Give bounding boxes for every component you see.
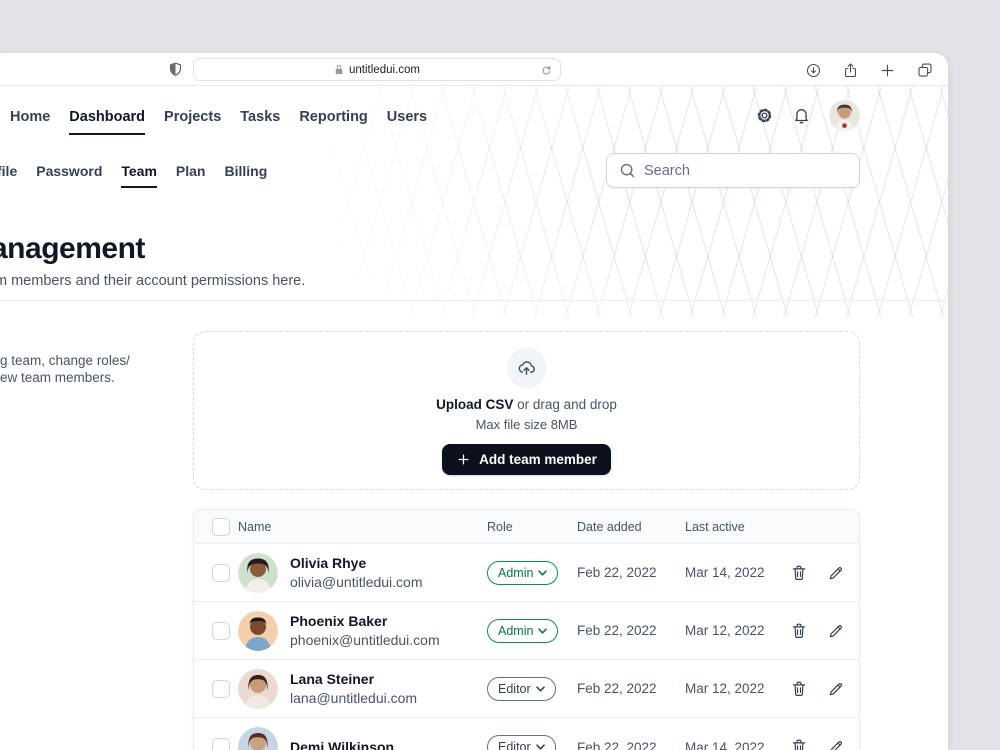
member-avatar	[238, 669, 278, 709]
upload-cloud-icon	[507, 348, 547, 388]
member-avatar	[238, 553, 278, 593]
member-email: olivia@untitledui.com	[290, 573, 423, 592]
chevron-down-icon	[536, 686, 545, 692]
share-icon[interactable]	[842, 62, 859, 79]
browser-window: untitledui.com	[0, 53, 948, 750]
table-header-row: Name Role Date added Last active	[194, 510, 859, 544]
delete-button[interactable]	[790, 738, 808, 750]
search-icon	[619, 162, 636, 179]
chevron-down-icon	[538, 628, 547, 634]
role-dropdown[interactable]: Editor	[487, 735, 556, 750]
column-header-role: Role	[487, 520, 577, 534]
tab-plan[interactable]: Plan	[176, 163, 206, 188]
url-bar[interactable]: untitledui.com	[193, 58, 561, 81]
team-table: Name Role Date added Last active	[193, 509, 860, 750]
new-tab-icon[interactable]	[879, 62, 896, 79]
nav-item-home[interactable]: Home	[10, 109, 50, 135]
date-added-cell: Feb 22, 2022	[577, 740, 685, 750]
column-header-date-added: Date added	[577, 520, 685, 534]
section-description: g team, change roles/ ew team members.	[0, 352, 130, 386]
column-header-last-active: Last active	[685, 520, 790, 534]
row-checkbox[interactable]	[212, 680, 230, 698]
page-subtitle: m members and their account permissions …	[0, 273, 305, 289]
row-checkbox[interactable]	[212, 564, 230, 582]
member-name: Phoenix Baker	[290, 612, 440, 631]
add-team-member-button[interactable]: Add team member	[442, 444, 611, 475]
last-active-cell: Mar 12, 2022	[685, 623, 790, 638]
browser-toolbar: untitledui.com	[0, 53, 948, 86]
upload-size-hint: Max file size 8MB	[476, 417, 578, 432]
table-row: Demi Wilkinson Editor Feb 22, 2022 Mar 1…	[194, 718, 859, 750]
plus-icon	[456, 452, 471, 467]
date-added-cell: Feb 22, 2022	[577, 623, 685, 638]
chevron-down-icon	[538, 570, 547, 576]
table-row: Lana Steiner lana@untitledui.com Editor …	[194, 660, 859, 718]
nav-item-reporting[interactable]: Reporting	[299, 109, 367, 135]
tab-billing[interactable]: Billing	[225, 163, 268, 188]
last-active-cell: Mar 14, 2022	[685, 740, 790, 750]
date-added-cell: Feb 22, 2022	[577, 565, 685, 580]
last-active-cell: Mar 12, 2022	[685, 681, 790, 696]
nav-item-dashboard[interactable]: Dashboard	[69, 109, 145, 135]
chevron-down-icon	[536, 744, 545, 750]
bell-icon[interactable]	[792, 106, 811, 125]
page-title: anagement	[0, 232, 145, 266]
edit-button[interactable]	[827, 738, 845, 750]
row-checkbox[interactable]	[212, 622, 230, 640]
upload-drag-text: or drag and drop	[513, 397, 617, 412]
member-name: Olivia Rhye	[290, 554, 423, 573]
edit-button[interactable]	[827, 564, 845, 582]
date-added-cell: Feb 22, 2022	[577, 681, 685, 696]
upload-dropzone[interactable]: Upload CSV or drag and drop Max file siz…	[193, 331, 860, 490]
privacy-shield-icon[interactable]	[167, 61, 184, 78]
user-avatar[interactable]	[829, 100, 860, 131]
nav-item-users[interactable]: Users	[387, 109, 427, 135]
tab-overview-icon[interactable]	[916, 61, 934, 79]
role-dropdown[interactable]: Editor	[487, 677, 556, 701]
section-description-line1: g team, change roles/	[0, 352, 130, 369]
member-email: phoenix@untitledui.com	[290, 631, 440, 650]
header-divider	[0, 300, 948, 301]
reload-icon[interactable]	[540, 64, 553, 77]
delete-button[interactable]	[790, 564, 808, 582]
nav-item-tasks[interactable]: Tasks	[240, 109, 280, 135]
upload-instructions: Upload CSV or drag and drop	[436, 397, 617, 412]
download-icon[interactable]	[805, 62, 822, 79]
upload-csv-link[interactable]: Upload CSV	[436, 397, 513, 412]
table-row: Phoenix Baker phoenix@untitledui.com Adm…	[194, 602, 859, 660]
settings-tabs: file Password Team Plan Billing	[0, 163, 267, 188]
select-all-checkbox[interactable]	[212, 518, 230, 536]
last-active-cell: Mar 14, 2022	[685, 565, 790, 580]
column-header-name: Name	[238, 520, 487, 534]
role-dropdown[interactable]: Admin	[487, 561, 558, 585]
tab-team[interactable]: Team	[121, 163, 157, 188]
nav-item-projects[interactable]: Projects	[164, 109, 221, 135]
page-content: Home Dashboard Projects Tasks Reporting …	[0, 86, 948, 750]
member-name: Demi Wilkinson	[290, 738, 394, 750]
lock-icon	[334, 64, 344, 76]
role-dropdown[interactable]: Admin	[487, 619, 558, 643]
url-text: untitledui.com	[349, 64, 420, 76]
member-email: lana@untitledui.com	[290, 689, 417, 708]
tab-password[interactable]: Password	[36, 163, 102, 188]
member-name: Lana Steiner	[290, 670, 417, 689]
member-avatar	[238, 611, 278, 651]
row-checkbox[interactable]	[212, 738, 230, 750]
table-row: Olivia Rhye olivia@untitledui.com Admin …	[194, 544, 859, 602]
search-box	[606, 153, 860, 188]
delete-button[interactable]	[790, 622, 808, 640]
add-team-member-label: Add team member	[479, 452, 597, 467]
section-description-line2: ew team members.	[0, 369, 130, 386]
gear-icon[interactable]	[755, 106, 774, 125]
search-input[interactable]	[644, 163, 847, 179]
delete-button[interactable]	[790, 680, 808, 698]
edit-button[interactable]	[827, 680, 845, 698]
tab-profile[interactable]: file	[0, 163, 17, 188]
member-avatar	[238, 727, 278, 750]
main-nav: Home Dashboard Projects Tasks Reporting …	[10, 109, 427, 135]
edit-button[interactable]	[827, 622, 845, 640]
